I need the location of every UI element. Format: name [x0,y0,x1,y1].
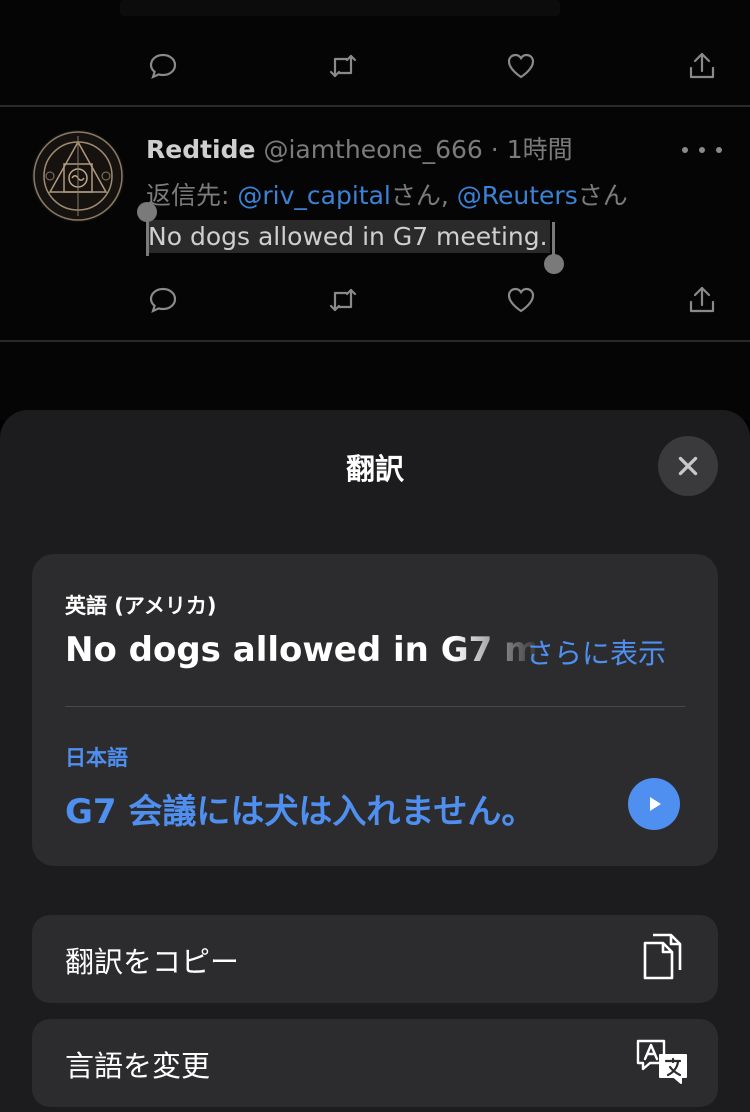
comma: , [440,181,457,210]
share-icon[interactable] [682,280,722,320]
heart-icon[interactable] [501,280,541,320]
close-button[interactable] [658,436,718,496]
translate-sheet: 翻訳 英語 (アメリカ) No dogs allowed in G7 meeti… [0,410,750,1112]
reply-icon[interactable] [143,46,183,86]
target-language: 日本語 [65,746,128,770]
tweet-divider [0,340,750,342]
share-icon[interactable] [682,46,722,86]
selection-end-knob[interactable] [544,254,564,274]
show-more-link[interactable]: さらに表示 [526,632,666,672]
tweet-divider [0,105,750,107]
copy-translation-button[interactable]: 翻訳をコピー [32,915,718,1003]
sheet-title: 翻訳 [345,452,404,486]
tweet-header: Redtide @iamtheone_666 · 1時間 [146,130,573,166]
mention-link[interactable]: @Reuters [457,181,578,210]
tweet-actions [0,280,750,320]
honorific: さん [390,181,441,210]
play-icon [650,797,661,811]
reply-prefix: 返信先: [146,181,238,210]
mention-link[interactable]: @riv_capital [237,181,390,210]
timestamp: 1時間 [506,135,573,164]
honorific: さん [577,181,628,210]
reply-to-line: 返信先: @riv_capitalさん, @Reutersさん [146,176,628,212]
selection-start-knob[interactable] [137,202,157,222]
translated-text: G7 会議には犬は入れません。 [65,792,536,832]
previous-tweet-actions [0,46,750,86]
more-dots-icon[interactable] [682,138,722,162]
display-name[interactable]: Redtide [146,135,255,164]
translate-icon [636,1039,687,1084]
handle[interactable]: @iamtheone_666 [263,135,482,164]
timeline: Redtide @iamtheone_666 · 1時間 返信先: @riv_c… [0,0,750,420]
close-icon [678,456,698,476]
play-button[interactable] [628,778,680,830]
heart-icon[interactable] [501,46,541,86]
copy-translation-label: 翻訳をコピー [65,945,240,979]
card-divider [65,706,685,707]
source-language: 英語 (アメリカ) [65,594,217,618]
retweet-icon[interactable] [323,280,363,320]
change-language-button[interactable]: 言語を変更 [32,1019,718,1107]
translation-card: 英語 (アメリカ) No dogs allowed in G7 meeting.… [32,554,718,866]
copy-icon [643,933,682,980]
retweet-icon[interactable] [323,46,363,86]
tweet-text-selected[interactable]: No dogs allowed in G7 meeting. [146,220,550,253]
separator: · [490,135,499,164]
reply-icon[interactable] [143,280,183,320]
avatar[interactable] [32,130,124,222]
previous-tweet-text-fragment [120,0,560,16]
change-language-label: 言語を変更 [65,1049,211,1083]
